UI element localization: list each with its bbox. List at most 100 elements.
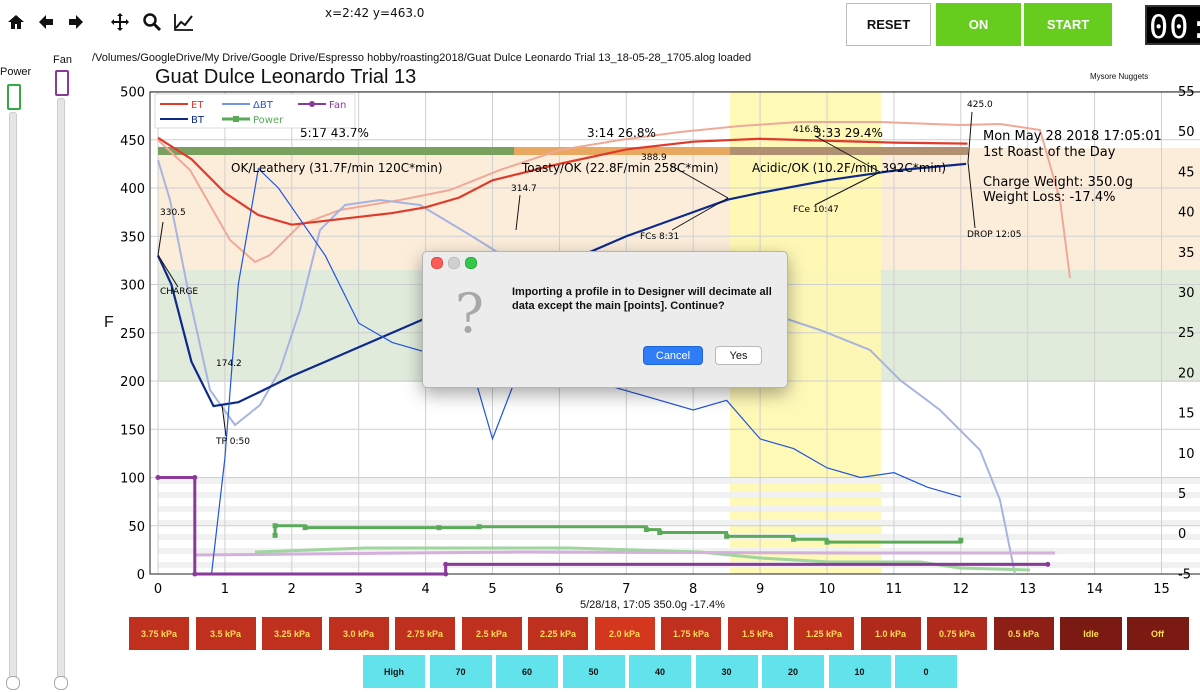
power-point — [643, 527, 649, 533]
y2-tick-label: 45 — [1178, 165, 1195, 180]
y-tick-label: 150 — [120, 423, 145, 438]
y2-tick-label: 30 — [1178, 286, 1195, 301]
y2-tick-label: 20 — [1178, 366, 1195, 381]
power-preset-button[interactable]: 1.0 kPa — [859, 616, 922, 651]
y2-tick-label: 50 — [1178, 125, 1195, 140]
annotation-charge: CHARGE — [160, 287, 198, 297]
fan-point — [192, 475, 198, 480]
fan-preset-button[interactable]: 50 — [561, 654, 626, 689]
fan-point — [443, 561, 449, 567]
info-weight-loss: Weight Loss: -17.4% — [983, 190, 1115, 205]
power-preset-button[interactable]: 0.5 kPa — [992, 616, 1055, 651]
x-tick-label: 2 — [288, 582, 296, 597]
y-tick-label: 300 — [120, 279, 145, 294]
power-slider-handle[interactable] — [6, 676, 20, 690]
power-preset-button[interactable]: 2.0 kPa — [593, 616, 656, 651]
power-preset-button[interactable]: 2.75 kPa — [394, 616, 456, 651]
import-profile-dialog: ? Importing a profile in to Designer wil… — [422, 251, 788, 388]
power-preset-button[interactable]: 3.25 kPa — [261, 616, 323, 651]
phase-mid-eval: Toasty/OK (22.8F/min 258C*min) — [521, 161, 719, 175]
fan-preset-button[interactable]: 10 — [827, 654, 892, 689]
zoom-window-button[interactable] — [465, 257, 477, 269]
y2-tick-label: 35 — [1178, 246, 1195, 261]
power-point — [824, 539, 830, 545]
y-tick-label: 100 — [120, 472, 145, 487]
info-date: Mon May 28 2018 17:05:01 — [983, 129, 1162, 144]
annotation-314: 314.7 — [511, 184, 537, 194]
x-tick-label: 3 — [355, 582, 363, 597]
power-preset-button[interactable]: 0.75 kPa — [926, 616, 988, 651]
chart-legend: ET BT ΔBT Power Fan — [154, 93, 356, 129]
power-preset-button[interactable]: 1.25 kPa — [793, 616, 855, 651]
fan-preset-button[interactable]: 70 — [428, 654, 493, 689]
y-tick-label: 400 — [120, 182, 145, 197]
fan-preset-button[interactable]: 20 — [761, 654, 825, 689]
fan-slider-handle[interactable] — [54, 676, 68, 690]
phase-bar-dry — [158, 147, 514, 155]
fan-preset-button[interactable]: 30 — [694, 654, 759, 689]
close-window-button[interactable] — [431, 257, 443, 269]
power-point — [272, 532, 278, 538]
y-tick-label: 450 — [120, 134, 145, 149]
annotation-425: 425.0 — [967, 100, 993, 110]
power-point — [476, 524, 482, 530]
power-point — [302, 525, 308, 531]
annotation-fcs: FCs 8:31 — [640, 232, 679, 242]
question-icon: ? — [455, 282, 484, 345]
y2-tick-label: 0 — [1178, 527, 1186, 542]
x-tick-label: 9 — [756, 582, 764, 597]
background-fan-curve — [194, 550, 1055, 557]
y2-tick-label: 15 — [1178, 407, 1195, 422]
fan-preset-button[interactable]: 0 — [894, 654, 958, 689]
fan-point — [1045, 561, 1051, 567]
y-tick-label: 50 — [128, 520, 145, 535]
power-preset-button[interactable]: 1.75 kPa — [660, 616, 722, 651]
info-charge-weight: Charge Weight: 350.0g — [983, 175, 1133, 190]
fan-point — [192, 571, 198, 577]
power-preset-button[interactable]: 3.5 kPa — [194, 616, 257, 651]
fan-preset-button[interactable]: 40 — [628, 654, 692, 689]
y-tick-label: 500 — [120, 86, 145, 101]
fan-preset-button[interactable]: High — [362, 654, 426, 689]
annotation-fce: FCe 10:47 — [793, 205, 839, 215]
power-preset-button[interactable]: 2.5 kPa — [460, 616, 523, 651]
yes-button[interactable]: Yes — [715, 346, 762, 365]
power-preset-button[interactable]: 1.5 kPa — [726, 616, 789, 651]
power-preset-button[interactable]: Off — [1125, 616, 1190, 651]
annotation-charge-value: 330.5 — [160, 208, 186, 218]
cancel-button[interactable]: Cancel — [643, 346, 703, 365]
x-tick-label: 10 — [819, 582, 836, 597]
power-preset-button[interactable]: Idle — [1059, 616, 1123, 651]
phase-bar-dev — [730, 147, 968, 155]
power-preset-button[interactable]: 2.25 kPa — [527, 616, 589, 651]
fan-preset-button[interactable]: 60 — [495, 654, 559, 689]
y2-tick-label: 55 — [1178, 85, 1195, 100]
x-tick-label: 5 — [488, 582, 496, 597]
phase-dev-eval: Acidic/OK (10.2F/min 392C*min) — [752, 161, 946, 175]
x-tick-label: 1 — [221, 582, 229, 597]
fan-point — [443, 571, 449, 577]
y2-tick-label: -5 — [1178, 567, 1191, 582]
y-tick-label: 350 — [120, 230, 145, 245]
y-tick-label: 0 — [137, 568, 145, 583]
power-preset-button[interactable]: 3.75 kPa — [128, 616, 190, 651]
power-point — [657, 530, 663, 536]
y2-tick-label: 25 — [1178, 326, 1195, 341]
phase-mid-stats: 3:14 26.8% — [587, 126, 656, 140]
dialog-message: Importing a profile in to Designer will … — [512, 286, 772, 312]
power-point — [724, 533, 730, 539]
x-tick-label: 15 — [1153, 582, 1170, 597]
annotation-drop: DROP 12:05 — [967, 230, 1022, 240]
power-point — [958, 537, 964, 543]
legend-dbt: ΔBT — [253, 100, 274, 111]
info-roast: 1st Roast of the Day — [983, 145, 1116, 160]
power-preset-button[interactable]: 3.0 kPa — [327, 616, 390, 651]
annotation-tp-value: 174.2 — [216, 359, 242, 369]
minimize-window-button[interactable] — [448, 257, 460, 269]
y2-tick-label: 40 — [1178, 206, 1195, 221]
annotation-tp: TP 0:50 — [215, 437, 250, 447]
x-tick-label: 14 — [1086, 582, 1103, 597]
power-point — [791, 536, 797, 542]
phase-dev-stats: 3:33 29.4% — [814, 126, 883, 140]
power-point — [436, 525, 442, 531]
